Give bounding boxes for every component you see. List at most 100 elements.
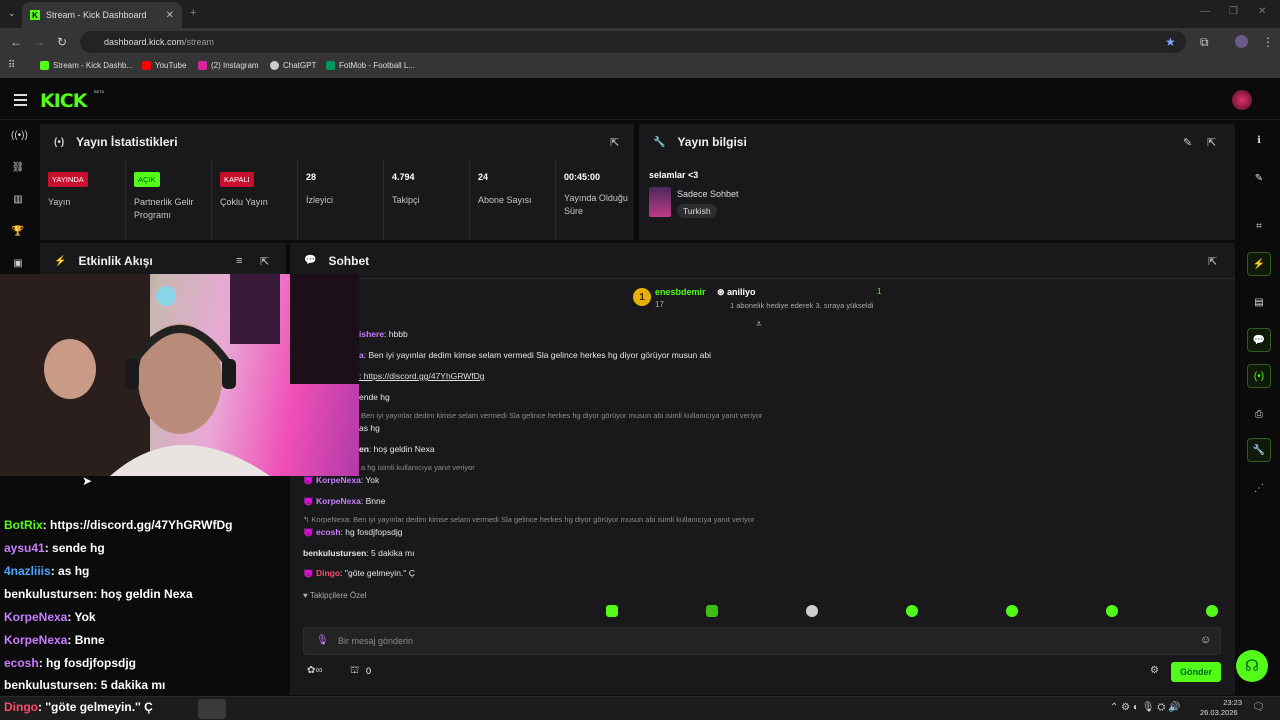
media-nav-icon[interactable]: ▣	[11, 258, 25, 272]
popout-icon[interactable]: ⇱	[610, 136, 619, 149]
top-gifter-name[interactable]: enesbdemir	[655, 287, 706, 297]
chat-message: ende hg	[359, 392, 390, 402]
chat-message: 😈 Dingo: ''göte gelmeyin.'' Ç	[303, 568, 416, 578]
bookmark-item[interactable]: Stream - Kick Dashb...	[40, 61, 133, 70]
emoji-icon[interactable]: ☺	[1200, 634, 1211, 646]
stat-cell-subscribers: 24 Abone Sayısı	[470, 160, 556, 240]
close-tab-icon[interactable]: ✕	[166, 10, 174, 21]
share-icon[interactable]: ⋰	[1247, 476, 1271, 500]
emote-icon[interactable]	[1106, 605, 1118, 617]
support-headset-button[interactable]: ☊	[1236, 650, 1268, 682]
emote-icon[interactable]	[706, 605, 718, 617]
extensions-icon[interactable]: ⧉	[1200, 35, 1209, 50]
user-avatar[interactable]	[1232, 90, 1252, 110]
popout-icon[interactable]: ⇱	[260, 255, 269, 268]
instagram-icon	[198, 61, 207, 70]
collapse-pinned-icon[interactable]: ⩡	[756, 319, 762, 330]
overlay-chat-line: BotRix: https://discord.gg/47YhGRWfDg	[4, 518, 233, 532]
notes-icon[interactable]: ▤	[1247, 290, 1271, 314]
chat-message-input[interactable]: 🎙 Bir mesaj gönderin ☺	[303, 627, 1221, 655]
window-close-icon[interactable]: ✕	[1258, 6, 1266, 17]
filter-icon[interactable]: ≡	[236, 255, 242, 267]
activity-toggle-icon[interactable]: ⚡	[1247, 252, 1271, 276]
overlay-chat-line: KorpeNexa: Yok	[4, 610, 96, 624]
address-bar[interactable]: dashboard.kick.com/stream ★	[80, 31, 1186, 53]
overlay-chat-line: benkulustursen: hoş geldin Nexa	[4, 587, 193, 601]
forward-icon[interactable]: →	[33, 35, 45, 49]
url-path: /stream	[184, 37, 215, 47]
restore-icon[interactable]: ❐	[1229, 6, 1238, 17]
crop-icon[interactable]: ⌗	[1247, 214, 1271, 238]
fotmob-icon	[326, 61, 335, 70]
reply-context: Ben iyi yayınlar dedim kimse selam verme…	[361, 411, 763, 420]
bookmark-item[interactable]: ChatGPT	[270, 61, 316, 70]
tab-list-icon[interactable]: ⌄	[8, 8, 16, 19]
mic-icon[interactable]: 🎙	[316, 635, 329, 646]
mouse-cursor-icon: ➤	[82, 474, 93, 488]
points-icon[interactable]: ✿∞	[307, 665, 323, 676]
chat-toggle-icon[interactable]: 💬	[1247, 328, 1271, 352]
chat-message: a: Ben iyi yayınlar dedim kimse selam ve…	[359, 350, 711, 360]
overlay-chat-line: aysu41: sende hg	[4, 541, 105, 555]
tray-icons[interactable]: ⌃ ⚙ ◐ 🎙 ⛭ 🔊	[1110, 702, 1180, 713]
minimize-icon[interactable]: —	[1200, 6, 1210, 17]
edit-icon[interactable]: ✎	[1247, 166, 1271, 190]
emote-icon[interactable]	[1206, 605, 1218, 617]
right-tool-rail: ℹ ✎ ⌗ ⚡ ▤ 💬 (•) ⎙ 🔧 ⋰	[1240, 120, 1280, 696]
chat-message: ishere: hbbb	[359, 329, 408, 339]
send-button[interactable]: Gönder	[1171, 662, 1221, 682]
category-name[interactable]: Sadece Sohbet	[677, 189, 739, 199]
trophy-nav-icon[interactable]: 🏆	[11, 226, 25, 240]
category-thumbnail	[649, 187, 671, 217]
info-icon[interactable]: ℹ	[1247, 128, 1271, 152]
stat-cell-partner: AÇIK Partnerlik Gelir Programı	[126, 160, 212, 240]
hamburger-menu-icon[interactable]	[14, 94, 27, 109]
kick-header: KICK BETA	[0, 80, 1280, 120]
emote-icon[interactable]	[1006, 605, 1018, 617]
stats-panel-header: (•) Yayın İstatistikleri	[40, 124, 634, 160]
url-host: dashboard.kick.com	[104, 37, 185, 47]
gift-box-icon[interactable]: ⛫	[350, 665, 359, 678]
emote-icon[interactable]	[806, 605, 818, 617]
link-nav-icon[interactable]: ⛓	[11, 162, 25, 176]
overlay-chat-line: KorpeNexa: Bnne	[4, 633, 105, 647]
clock-time: 23:23	[1223, 698, 1242, 707]
browser-tab[interactable]: K Stream - Kick Dashboard ✕	[22, 2, 182, 28]
stream-nav-icon[interactable]: ((•))	[11, 130, 28, 144]
activity-panel-title: Etkinlik Akışı	[78, 254, 153, 268]
bookmark-item[interactable]: FotMob - Football L...	[326, 61, 415, 70]
emote-icon[interactable]	[606, 605, 618, 617]
overlay-chat-line: Dingo: ''göte gelmeyin.'' Ç	[4, 700, 153, 714]
kick-logo[interactable]: KICK	[40, 90, 87, 112]
new-tab-icon[interactable]: +	[190, 7, 196, 19]
multistream-badge: KAPALI	[220, 172, 254, 187]
discord-link[interactable]: : https://discord.gg/47YhGRWfDg	[359, 371, 485, 381]
gift-user[interactable]: ⊛ aniliyo	[717, 287, 756, 298]
edit-pencil-icon[interactable]: ✎	[1183, 136, 1192, 149]
popout-icon[interactable]: ⇱	[1207, 136, 1216, 149]
popout-icon[interactable]: ⇱	[1208, 255, 1217, 268]
chat-settings-icon[interactable]: ⚙	[1150, 665, 1159, 676]
notifications-icon[interactable]: 🗨	[1252, 702, 1265, 713]
bookmark-item[interactable]: YouTube	[142, 61, 186, 70]
chrome-taskbar-icon[interactable]	[198, 699, 226, 719]
bookmark-star-icon[interactable]: ★	[1165, 35, 1176, 49]
print-icon[interactable]: ⎙	[1247, 402, 1271, 426]
back-icon[interactable]: ←	[10, 35, 22, 49]
tools-toggle-icon[interactable]: 🔧	[1247, 438, 1271, 462]
profile-icon[interactable]	[1235, 35, 1248, 48]
browser-toolbar: ← → ↻ dashboard.kick.com/stream ★ ⧉ ⋮	[0, 28, 1280, 56]
broadcast-toggle-icon[interactable]: (•)	[1247, 364, 1271, 388]
partner-badge: AÇIK	[134, 172, 160, 187]
reload-icon[interactable]: ↻	[57, 35, 67, 49]
bookmark-item[interactable]: (2) Instagram	[198, 61, 259, 70]
apps-icon[interactable]: ⠿	[8, 60, 15, 71]
language-tag: Turkish	[677, 204, 717, 218]
chat-message: 😈 KorpeNexa: Yok	[303, 475, 380, 485]
info-panel-header: 🔧 Yayın bilgisi	[639, 124, 1235, 160]
webcam-image	[0, 274, 359, 476]
menu-icon[interactable]: ⋮	[1262, 35, 1274, 49]
analytics-nav-icon[interactable]: ▥	[11, 194, 25, 208]
emote-icon[interactable]	[906, 605, 918, 617]
windows-taskbar: Dingo: ''göte gelmeyin.'' Ç ⌃ ⚙ ◐ 🎙 ⛭ 🔊 …	[0, 696, 1280, 720]
